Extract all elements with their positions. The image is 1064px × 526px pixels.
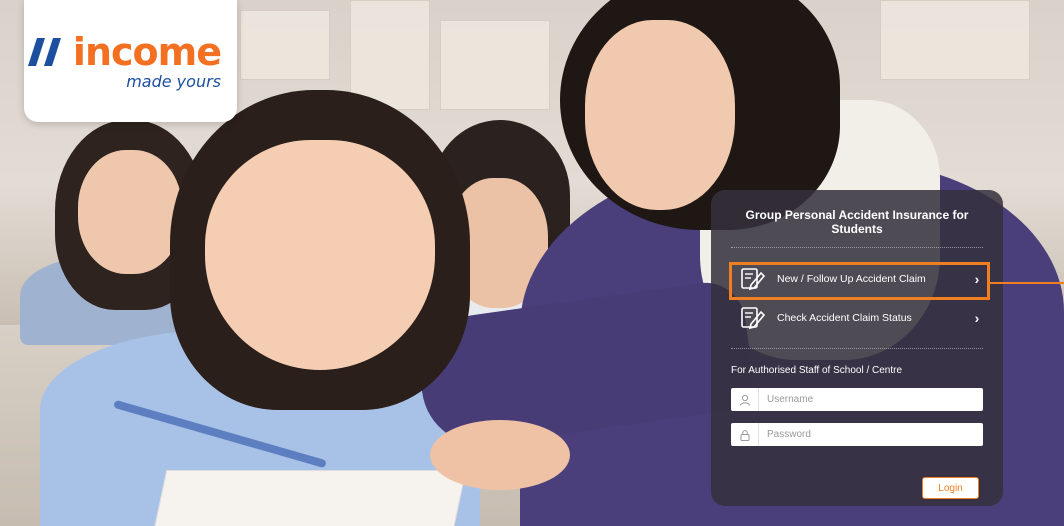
claim-form-pen-icon xyxy=(741,307,766,330)
claims-login-panel: Group Personal Accident Insurance for St… xyxy=(711,190,1003,506)
user-icon xyxy=(731,388,759,411)
password-input[interactable] xyxy=(759,424,983,445)
background-student xyxy=(78,150,182,274)
wall-poster xyxy=(350,0,430,110)
username-input[interactable] xyxy=(759,389,983,410)
wall-poster xyxy=(880,0,1030,80)
chevron-right-icon: › xyxy=(974,271,980,287)
staff-section-label: For Authorised Staff of School / Centre xyxy=(731,365,903,376)
callout-line xyxy=(990,282,1064,284)
chevron-right-icon: › xyxy=(974,310,980,326)
claim-form-pen-icon xyxy=(741,268,766,291)
student-figure xyxy=(205,140,435,370)
logo-tagline: made yours xyxy=(126,72,221,91)
panel-title: Group Personal Accident Insurance for St… xyxy=(745,208,969,236)
new-follow-up-claim-link[interactable]: New / Follow Up Accident Claim › xyxy=(731,261,991,297)
login-button[interactable]: Login xyxy=(922,477,979,499)
menu-item-label: Check Accident Claim Status xyxy=(777,311,912,324)
check-claim-status-link[interactable]: Check Accident Claim Status › xyxy=(731,300,991,336)
menu-item-label: New / Follow Up Accident Claim xyxy=(777,272,926,285)
divider xyxy=(731,247,983,248)
password-field[interactable] xyxy=(731,423,983,446)
exercise-book xyxy=(153,470,467,526)
divider xyxy=(731,348,983,349)
lock-icon xyxy=(731,423,759,446)
income-logo-card[interactable]: income made yours xyxy=(24,0,237,122)
username-field[interactable] xyxy=(731,388,983,411)
teacher-figure xyxy=(585,20,735,210)
wall-poster xyxy=(240,10,330,80)
teacher-hand xyxy=(430,420,570,490)
wall-poster xyxy=(440,20,550,110)
income-logo-mark-icon xyxy=(27,38,61,66)
logo-wordmark: income xyxy=(72,30,222,74)
